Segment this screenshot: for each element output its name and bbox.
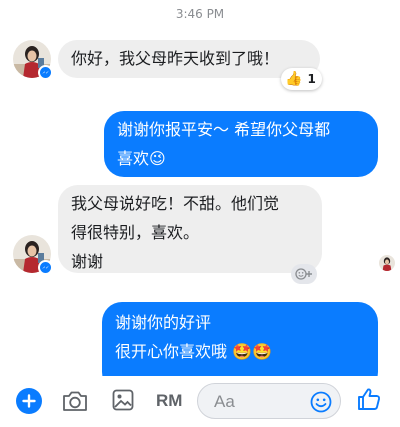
- rm-button[interactable]: RM: [156, 390, 182, 412]
- seen-avatar: [379, 255, 395, 271]
- message-bubble-outgoing[interactable]: 谢谢你报平安～ 希望你父母都 喜欢😉: [104, 111, 378, 177]
- messenger-badge-icon: [38, 65, 53, 80]
- message-line: 谢谢你报平安～ 希望你父母都: [117, 120, 331, 139]
- message-line: 得很特别，喜欢。: [71, 223, 200, 242]
- thumbs-up-icon: 👍: [285, 71, 303, 87]
- messenger-badge-icon: [38, 260, 53, 275]
- thumbs-up-icon[interactable]: [355, 385, 383, 413]
- message-line: 很开心你喜欢哦 🤩🤩: [115, 342, 272, 361]
- message-line: 喜欢😉: [117, 149, 166, 168]
- message-line: 我父母说好吃！不甜。他们觉: [71, 194, 280, 213]
- message-bubble-incoming[interactable]: 你好，我父母昨天收到了哦！: [58, 40, 320, 78]
- camera-icon[interactable]: [60, 387, 90, 415]
- message-input-placeholder: Aa: [214, 392, 235, 411]
- message-line: 你好，我父母昨天收到了哦！: [71, 49, 280, 68]
- composer-bar: RM Aa: [0, 376, 400, 427]
- gallery-icon[interactable]: [110, 387, 136, 413]
- message-input[interactable]: Aa: [197, 383, 341, 419]
- timestamp: 3:46 PM: [175, 7, 225, 21]
- message-bubble-incoming[interactable]: 我父母说好吃！不甜。他们觉 得很特别，喜欢。 谢谢: [58, 185, 322, 273]
- reaction-count: 1: [307, 72, 316, 86]
- add-reaction-button[interactable]: [291, 264, 317, 284]
- message-line: 谢谢: [71, 252, 104, 271]
- emoji-icon[interactable]: [309, 390, 333, 414]
- message-line: 谢谢你的好评: [115, 313, 212, 332]
- reaction-badge[interactable]: 👍 1: [281, 68, 322, 90]
- plus-icon[interactable]: [16, 388, 42, 414]
